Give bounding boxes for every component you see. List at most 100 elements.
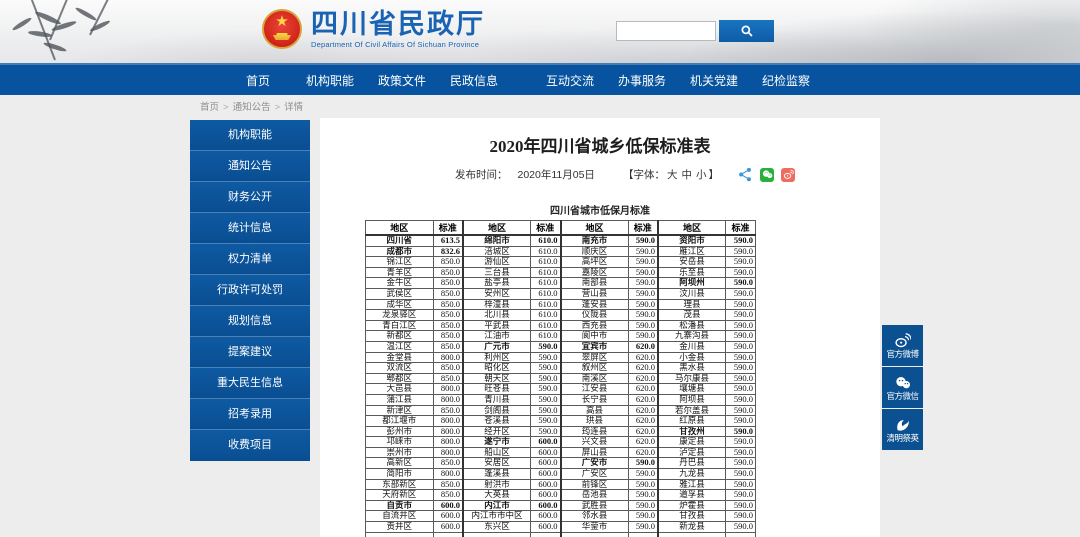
region-cell: 崇州市	[366, 447, 434, 458]
region-cell: 东兴区	[463, 522, 531, 533]
value-cell: 590.0	[628, 320, 658, 331]
region-cell: 新津区	[366, 405, 434, 416]
sidebar-item-5[interactable]: 权力清单	[190, 244, 310, 275]
site-banner: 四川省民政厅 Department Of Civil Affairs Of Si…	[0, 0, 1080, 63]
wechat-share-button[interactable]	[760, 168, 774, 182]
region-cell: 天府新区	[366, 490, 434, 501]
breadcrumb-separator: >	[275, 102, 281, 113]
table-row: 大邑县800.0旺苍县590.0江安县620.0壤塘县590.0	[366, 384, 756, 395]
value-cell: 600.0	[433, 522, 463, 533]
region-cell: 理县	[658, 299, 726, 310]
weibo-share-button[interactable]	[781, 168, 795, 182]
dibao-standards-table: 地区标准地区标准地区标准地区标准 四川省613.5绵阳市610.0南充市590.…	[365, 220, 756, 537]
region-cell: 屏山县	[561, 447, 629, 458]
value-cell: 850.0	[433, 405, 463, 416]
region-cell: 宜宾市	[561, 341, 629, 352]
table-row: 锦江区850.0游仙区610.0高坪区590.0安岳县590.0	[366, 257, 756, 268]
site-logo[interactable]: 四川省民政厅 Department Of Civil Affairs Of Si…	[262, 9, 485, 49]
value-cell: 620.0	[628, 363, 658, 374]
region-cell: 广安市	[561, 458, 629, 469]
region-cell: 大英县	[463, 490, 531, 501]
region-cell: 广安区	[561, 469, 629, 480]
table-row: 金堂县800.0利州区590.0翠屏区620.0小金县590.0	[366, 352, 756, 363]
official-wechat-button[interactable]: 官方微信	[882, 367, 923, 408]
table-row: 新津区850.0剑阁县590.0高县620.0若尔盖县590.0	[366, 405, 756, 416]
value-cell: 800.0	[433, 426, 463, 437]
value-cell: 590.0	[628, 469, 658, 480]
org-name-block: 四川省民政厅 Department Of Civil Affairs Of Si…	[311, 10, 485, 49]
sidebar-item-8[interactable]: 提案建议	[190, 337, 310, 368]
national-emblem-icon	[262, 9, 302, 49]
value-cell: 610.0	[531, 278, 561, 289]
value-cell: 800.0	[433, 469, 463, 480]
wechat-icon	[894, 375, 912, 391]
table-row: 成华区850.0梓潼县610.0蓬安县590.0理县590.0	[366, 299, 756, 310]
sidebar-item-1[interactable]: 机构职能	[190, 120, 310, 151]
table-header-cell: 地区	[658, 221, 726, 236]
font-size-small[interactable]: 小	[696, 169, 707, 181]
share-icon[interactable]	[738, 167, 753, 182]
font-size-medium[interactable]: 中	[682, 169, 693, 181]
region-cell	[658, 532, 726, 537]
value-cell: 590.0	[726, 522, 756, 533]
sidebar-item-9[interactable]: 重大民生信息	[190, 368, 310, 399]
value-cell: 590.0	[531, 352, 561, 363]
value-cell: 850.0	[433, 288, 463, 299]
nav-item-2[interactable]: 机构职能	[294, 72, 366, 89]
table-row: 简阳市800.0蓬溪县600.0广安区590.0九龙县590.0	[366, 469, 756, 480]
value-cell: 620.0	[628, 405, 658, 416]
font-size-selector: 【字体：大中小】	[623, 167, 719, 182]
region-cell: 大邑县	[366, 384, 434, 395]
value-cell: 590.0	[531, 426, 561, 437]
value-cell: 590.0	[531, 405, 561, 416]
breadcrumb-item-1[interactable]: 首页	[200, 102, 219, 113]
value-cell: 850.0	[433, 341, 463, 352]
sidebar-item-10[interactable]: 招考录用	[190, 399, 310, 430]
sidebar-item-7[interactable]: 规划信息	[190, 306, 310, 337]
breadcrumb-item-2[interactable]: 通知公告	[233, 102, 271, 113]
official-weibo-button[interactable]: 官方微博	[882, 325, 923, 366]
value-cell: 610.0	[531, 310, 561, 321]
region-cell: 昭化区	[463, 363, 531, 374]
nav-item-8[interactable]: 纪检监察	[750, 72, 822, 89]
region-cell: 高坪区	[561, 257, 629, 268]
region-cell: 炉霍县	[658, 500, 726, 511]
sidebar-item-4[interactable]: 统计信息	[190, 213, 310, 244]
search-input[interactable]	[616, 21, 716, 41]
search-button[interactable]	[719, 20, 774, 42]
nav-item-6[interactable]: 办事服务	[606, 72, 678, 89]
value-cell: 850.0	[433, 479, 463, 490]
region-cell: 顺庆区	[561, 246, 629, 257]
region-cell: 松潘县	[658, 320, 726, 331]
value-cell: 590.0	[531, 394, 561, 405]
nav-item-4[interactable]: 民政信息	[438, 72, 510, 89]
qingming-memorial-button[interactable]: 清明祭英	[882, 409, 923, 450]
table-row: 蒲江县800.0青川县590.0长宁县620.0阿坝县590.0	[366, 394, 756, 405]
nav-item-3[interactable]: 政策文件	[366, 72, 438, 89]
region-cell: 内江市市中区	[463, 511, 531, 522]
sidebar-item-2[interactable]: 通知公告	[190, 151, 310, 182]
nav-item-7[interactable]: 机关党建	[678, 72, 750, 89]
table-caption: 四川省城市低保月标准	[320, 202, 880, 217]
sidebar-item-6[interactable]: 行政许可处罚	[190, 275, 310, 306]
region-cell: 前锋区	[561, 479, 629, 490]
region-cell	[561, 532, 629, 537]
value-cell: 590.0	[726, 267, 756, 278]
sidebar-item-3[interactable]: 财务公开	[190, 182, 310, 213]
nav-item-5[interactable]: 互动交流	[534, 72, 606, 89]
value-cell: 590.0	[628, 490, 658, 501]
region-cell: 阿坝县	[658, 394, 726, 405]
dove-icon	[894, 417, 911, 433]
sidebar-item-11[interactable]: 收费项目	[190, 430, 310, 461]
breadcrumb-separator: >	[223, 102, 229, 113]
value-cell: 850.0	[433, 310, 463, 321]
font-size-large[interactable]: 大	[667, 169, 678, 181]
value-cell: 590.0	[726, 394, 756, 405]
value-cell: 832.6	[433, 246, 463, 257]
value-cell: 613.5	[433, 235, 463, 246]
table-header-cell: 标准	[531, 221, 561, 236]
nav-item-1[interactable]: 首页	[222, 72, 294, 89]
weibo-icon	[783, 169, 794, 180]
table-row: 四川省613.5绵阳市610.0南充市590.0资阳市590.0	[366, 235, 756, 246]
table-row: 贡井区600.0东兴区600.0华蓥市590.0新龙县590.0	[366, 522, 756, 533]
